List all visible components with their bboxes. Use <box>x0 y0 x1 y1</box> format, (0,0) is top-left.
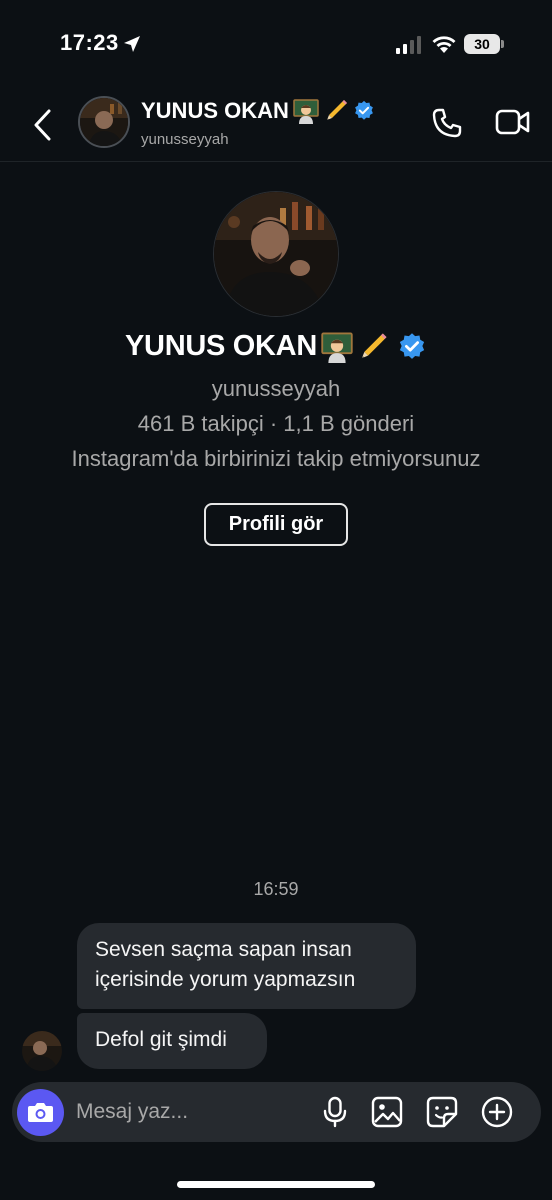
profile-photo <box>214 192 338 316</box>
teacher-emoji-icon <box>293 99 319 124</box>
phone-icon[interactable] <box>431 107 463 139</box>
pencil-emoji-icon <box>326 100 347 120</box>
battery-level: 30 <box>464 34 500 54</box>
message-composer <box>12 1082 541 1142</box>
view-profile-button[interactable]: Profili gör <box>204 503 348 546</box>
header-title[interactable]: YUNUS OKAN <box>141 98 375 124</box>
status-bar: 17:23 30 <box>0 0 552 90</box>
chat-screen: 17:23 30 YUNUS OKAN yunusseyyah YUNUS OK… <box>0 0 552 1200</box>
location-arrow-icon <box>124 36 140 52</box>
message-bubble[interactable]: Defol git şimdi <box>77 1013 267 1069</box>
profile-username: yunusseyyah <box>211 376 341 401</box>
header-name: YUNUS OKAN <box>141 98 289 123</box>
follow-status-note: Instagram'da birbirinizi takip etmiyorsu… <box>71 446 481 471</box>
plus-circle-icon[interactable] <box>479 1094 515 1130</box>
battery-tip <box>501 40 504 48</box>
chevron-left-icon[interactable] <box>30 108 56 142</box>
profile-stats: 461 B takipçi · 1,1 B gönderi <box>137 411 415 436</box>
battery-indicator: 30 <box>464 34 504 54</box>
profile-name: YUNUS OKAN <box>125 330 317 362</box>
status-time: 17:23 <box>60 30 119 55</box>
profile-avatar[interactable] <box>213 191 339 317</box>
message-input[interactable] <box>76 1092 306 1132</box>
teacher-emoji-icon <box>321 332 353 363</box>
microphone-icon[interactable] <box>317 1094 353 1130</box>
video-camera-icon[interactable] <box>495 107 531 137</box>
image-icon[interactable] <box>369 1094 405 1130</box>
message-bubble[interactable]: Sevsen saçma sapan insan içerisinde yoru… <box>77 923 416 1009</box>
cellular-signal-icon <box>396 36 421 54</box>
home-indicator[interactable] <box>177 1181 375 1188</box>
camera-button[interactable] <box>17 1089 64 1136</box>
header-username: yunusseyyah <box>141 131 229 148</box>
profile-name-row: YUNUS OKAN <box>0 330 552 363</box>
chat-header: YUNUS OKAN yunusseyyah <box>0 90 552 162</box>
avatar-photo <box>22 1031 62 1071</box>
sender-avatar[interactable] <box>22 1031 62 1071</box>
verified-badge-icon <box>399 332 425 359</box>
verified-badge-icon <box>355 100 373 120</box>
camera-icon <box>28 1103 53 1122</box>
header-avatar[interactable] <box>78 96 130 148</box>
message-timestamp: 16:59 <box>253 879 299 899</box>
wifi-icon <box>432 36 456 53</box>
pencil-emoji-icon <box>361 332 387 358</box>
sticker-icon[interactable] <box>424 1094 460 1130</box>
avatar-photo <box>80 98 128 146</box>
